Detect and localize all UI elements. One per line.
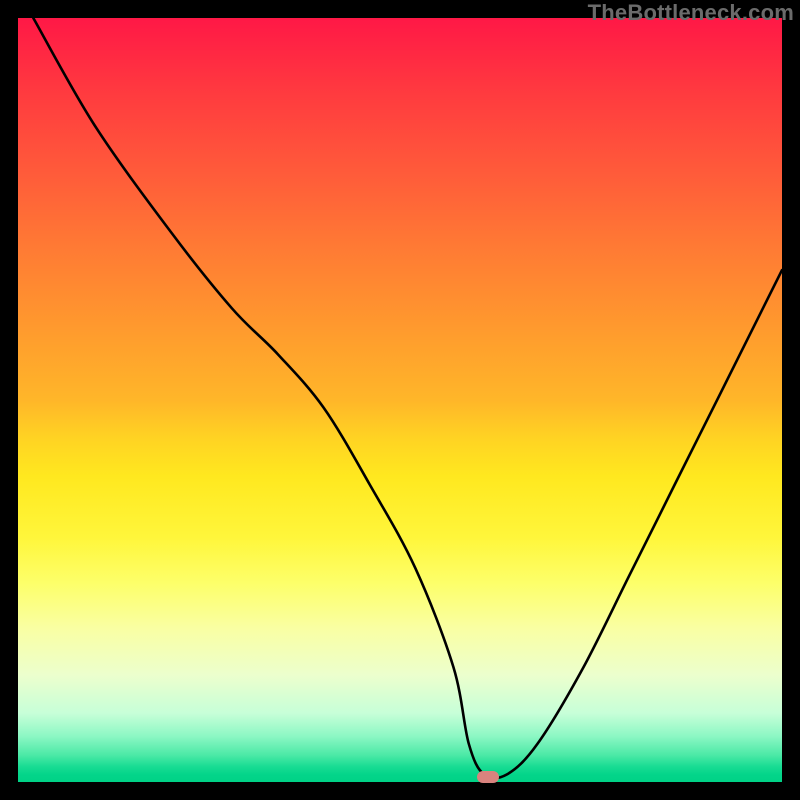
watermark-text: TheBottleneck.com [588, 0, 794, 26]
bottleneck-curve [18, 18, 782, 782]
plot-area [18, 18, 782, 782]
optimal-marker [477, 771, 499, 783]
chart-frame: TheBottleneck.com [0, 0, 800, 800]
curve-path [33, 18, 782, 778]
